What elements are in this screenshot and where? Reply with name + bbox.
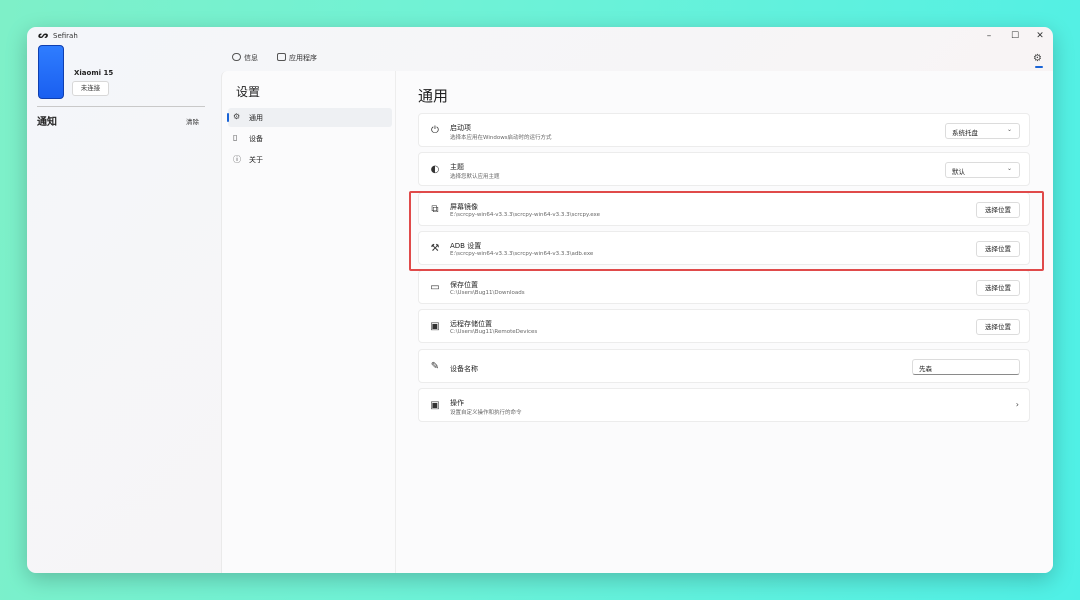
chevron-down-icon: ⌄ (1006, 126, 1012, 133)
clear-notifications-button[interactable]: 清除 (186, 116, 199, 126)
chevron-right-icon: › (1015, 400, 1019, 409)
settings-tab-indicator (1035, 66, 1043, 68)
divider (37, 106, 205, 107)
tab-apps-label: 应用程序 (289, 54, 317, 62)
page-title: 通用 (418, 87, 449, 105)
card-subtitle: 选择您默认应用主题 (450, 174, 500, 180)
connect-status-button[interactable]: 未连接 (72, 81, 109, 96)
tab-messages-label: 信息 (244, 54, 258, 62)
settings-nav: 设置 ⚙ 通用 ▯ 设备 ⓘ 关于 (222, 71, 396, 573)
folder-icon: ▭ (430, 282, 440, 293)
card-title: 操作 (450, 399, 464, 407)
settings-title: 设置 (236, 85, 261, 99)
device-name-input[interactable]: 先森 (912, 359, 1020, 375)
highlight-box (409, 191, 1044, 271)
choose-location-button[interactable]: 选择位置 (976, 280, 1020, 296)
nav-item-about[interactable]: ⓘ 关于 (228, 150, 392, 169)
theme-card: ◐ 主题 选择您默认应用主题 默认 ⌄ (418, 152, 1030, 186)
device-name-label: Xiaomi 15 (74, 69, 114, 77)
nav-item-device[interactable]: ▯ 设备 (228, 129, 392, 148)
actions-card[interactable]: ▣ 操作 设置自定义操作和执行的命令 › (418, 388, 1030, 422)
settings-content: 设置 ⚙ 通用 ▯ 设备 ⓘ 关于 通用 ⏻ 启动项 选择本应用在Windows… (221, 71, 1053, 573)
input-value: 先森 (919, 365, 932, 373)
card-title: 启动项 (450, 124, 471, 132)
card-title: 保存位置 (450, 281, 478, 289)
pen-icon: ✎ (430, 361, 440, 372)
palette-icon: ◐ (430, 164, 440, 175)
power-icon: ⏻ (431, 125, 439, 136)
app-logo-icon: ᔕ (38, 31, 48, 41)
card-subtitle: C:\Users\Bug11\RemoteDevices (450, 329, 538, 335)
card-subtitle: 设置自定义操作和执行的命令 (450, 410, 522, 416)
nav-item-label: 设备 (249, 135, 263, 143)
chat-icon (232, 53, 241, 61)
remote-storage-card: ▣ 远程存储位置 C:\Users\Bug11\RemoteDevices 选择… (418, 309, 1030, 343)
startup-select[interactable]: 系统托盘 ⌄ (945, 123, 1020, 139)
app-window: ᔕ Sefirah – ☐ ✕ Xiaomi 15 未连接 通知 清除 信息 应… (27, 27, 1053, 573)
card-title: 主题 (450, 163, 464, 171)
startup-card: ⏻ 启动项 选择本应用在Windows启动时的运行方式 系统托盘 ⌄ (418, 113, 1030, 147)
folder-gear-icon: ▣ (430, 400, 440, 411)
nav-item-label: 通用 (249, 114, 263, 122)
tab-messages[interactable]: 信息 (232, 53, 258, 63)
app-title: Sefirah (53, 32, 78, 40)
card-subtitle: C:\Users\Bug11\Downloads (450, 290, 525, 296)
choose-location-button[interactable]: 选择位置 (976, 319, 1020, 335)
settings-gear-icon[interactable]: ⚙ (1033, 53, 1042, 64)
select-value: 系统托盘 (952, 129, 978, 137)
folder-link-icon: ▣ (430, 321, 440, 332)
maximize-button[interactable]: ☐ (1005, 29, 1025, 43)
card-title: 远程存储位置 (450, 320, 492, 328)
nav-item-label: 关于 (249, 156, 263, 164)
card-subtitle: 选择本应用在Windows启动时的运行方式 (450, 135, 552, 141)
chevron-down-icon: ⌄ (1006, 165, 1012, 172)
theme-select[interactable]: 默认 ⌄ (945, 162, 1020, 178)
select-value: 默认 (952, 168, 965, 176)
close-button[interactable]: ✕ (1030, 29, 1050, 43)
notifications-title: 通知 (37, 117, 57, 128)
card-title: 设备名称 (450, 365, 478, 373)
active-indicator (227, 113, 229, 122)
gear-icon: ⚙ (233, 112, 241, 121)
device-name-card: ✎ 设备名称 先森 (418, 349, 1030, 383)
title-bar: ᔕ Sefirah – ☐ ✕ (27, 27, 1053, 45)
info-icon: ⓘ (233, 155, 241, 164)
tab-apps[interactable]: 应用程序 (277, 53, 317, 63)
phone-preview[interactable] (38, 45, 64, 99)
save-location-card: ▭ 保存位置 C:\Users\Bug11\Downloads 选择位置 (418, 270, 1030, 304)
apps-icon (277, 53, 286, 61)
phone-icon: ▯ (233, 133, 238, 142)
minimize-button[interactable]: – (979, 29, 999, 43)
device-panel: Xiaomi 15 未连接 通知 清除 (27, 45, 217, 573)
nav-item-general[interactable]: ⚙ 通用 (227, 108, 392, 127)
